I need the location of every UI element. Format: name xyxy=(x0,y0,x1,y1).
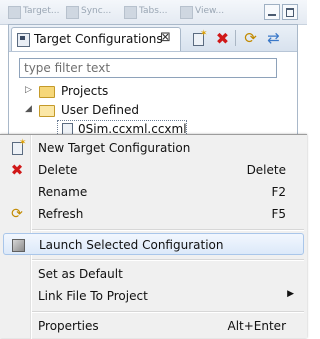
main-toolbar: Target... Sync... Tabs... View... xyxy=(0,0,307,25)
close-icon[interactable]: ⊠ xyxy=(160,31,171,45)
menu-item-label: Refresh xyxy=(38,207,84,221)
menu-item-new-target-configuration[interactable]: ✶ New Target Configuration xyxy=(3,137,304,159)
menu-item-delete[interactable]: ✖ Delete Delete xyxy=(3,159,304,181)
menu-item-shortcut: Alt+Enter xyxy=(227,319,286,333)
maximize-button[interactable] xyxy=(282,4,298,20)
collapse-arrow-icon[interactable]: ◢ xyxy=(25,104,32,114)
menu-item-label: Properties xyxy=(38,319,99,333)
view-tabbar: Target Configurations ⊠ ✶ ✖ ⟳ ⇄ xyxy=(9,25,297,52)
menu-item-shortcut: F2 xyxy=(271,185,286,199)
menu-item-label: Launch Selected Configuration xyxy=(39,238,224,252)
toolbar-separator xyxy=(235,30,236,46)
spark-icon: ✶ xyxy=(200,29,208,39)
tab-target-configurations[interactable]: Target Configurations ⊠ xyxy=(11,27,181,51)
new-target-button[interactable]: ✶ xyxy=(190,29,208,47)
toolbar-item[interactable]: Sync... xyxy=(66,4,111,19)
expand-arrow-icon[interactable]: ▷ xyxy=(25,85,32,95)
menu-separator xyxy=(32,259,304,261)
menu-item-refresh[interactable]: ⟳ Refresh F5 xyxy=(3,203,304,225)
context-menu: ✶ New Target Configuration ✖ Delete Dele… xyxy=(0,134,307,339)
menu-separator xyxy=(32,311,304,313)
toolbar-item[interactable]: Target... xyxy=(8,4,59,19)
menu-item-launch-selected-configuration[interactable]: Launch Selected Configuration xyxy=(3,233,304,255)
menu-item-label: Delete xyxy=(38,163,78,177)
new-target-icon: ✶ xyxy=(9,138,27,156)
tree-item-label: Projects xyxy=(61,84,109,98)
menu-separator xyxy=(32,229,304,231)
open-folder-icon xyxy=(39,105,55,117)
menu-item-link-file-to-project[interactable]: Link File To Project ▶ xyxy=(3,285,304,307)
tab-label: Target Configurations xyxy=(34,32,163,46)
link-with-editor-button[interactable]: ⇄ xyxy=(265,30,282,47)
delete-icon: ✖ xyxy=(10,161,24,179)
refresh-button[interactable]: ⟳ xyxy=(242,30,259,47)
menu-item-label: Set as Default xyxy=(38,267,123,281)
folder-icon xyxy=(39,86,55,98)
target-config-icon xyxy=(17,33,30,47)
minimize-button[interactable] xyxy=(264,4,280,20)
launch-icon xyxy=(10,237,26,253)
delete-button[interactable]: ✖ xyxy=(214,30,231,47)
menu-item-shortcut: Delete xyxy=(246,163,286,177)
filter-input[interactable] xyxy=(19,58,277,78)
menu-item-set-as-default[interactable]: Set as Default xyxy=(3,263,304,285)
menu-item-properties[interactable]: Properties Alt+Enter xyxy=(3,315,304,337)
toolbar-item[interactable]: View... xyxy=(180,4,224,19)
menu-item-label: Link File To Project xyxy=(38,289,148,303)
refresh-icon: ⟳ xyxy=(11,206,23,222)
toolbar-item[interactable]: Tabs... xyxy=(124,4,168,19)
menu-item-label: New Target Configuration xyxy=(38,141,191,155)
tree-item-label: User Defined xyxy=(61,103,139,117)
menu-item-label: Rename xyxy=(38,185,88,199)
submenu-arrow-icon: ▶ xyxy=(287,289,294,299)
menu-item-rename[interactable]: Rename F2 xyxy=(3,181,304,203)
menu-item-shortcut: F5 xyxy=(271,207,286,221)
